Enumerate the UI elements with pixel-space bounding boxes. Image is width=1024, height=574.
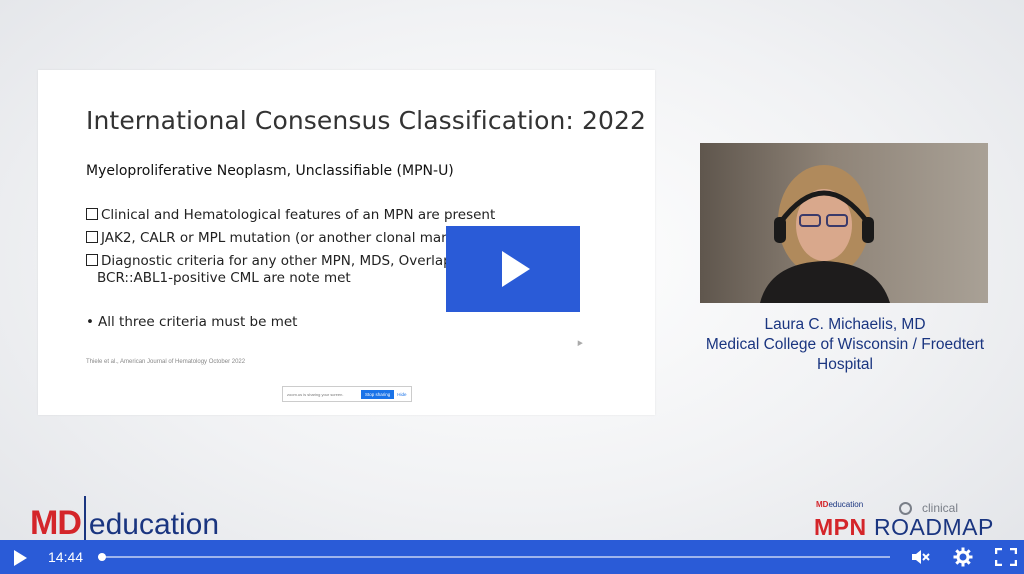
mpn-text: MPN (814, 514, 867, 540)
progress-bar[interactable] (98, 553, 890, 561)
settings-icon[interactable] (951, 545, 975, 569)
fullscreen-icon[interactable] (994, 545, 1018, 569)
play-icon[interactable] (14, 550, 27, 566)
mini-md-education-logo: MDeducation (816, 500, 864, 509)
clinical-text: clinical (922, 501, 959, 515)
progress-handle[interactable] (98, 553, 107, 561)
checkbox-icon (86, 208, 98, 220)
hide-share-bar-link[interactable]: Hide (397, 392, 406, 397)
roadmap-text: ROADMAP (874, 514, 994, 540)
screen-share-bar: zoom.us is sharing your screen. Stop sha… (282, 386, 412, 402)
big-play-button[interactable] (446, 226, 580, 312)
logo-divider (83, 496, 86, 540)
mute-icon[interactable] (908, 545, 932, 569)
checkbox-icon (86, 254, 98, 266)
speaker-name: Laura C. Michaelis, MD (764, 316, 926, 333)
slide-subtitle: Myeloproliferative Neoplasm, Unclassifia… (86, 163, 454, 179)
speaker-affiliation: Medical College of Wisconsin / Froedtert… (705, 336, 985, 373)
md-education-logo: MD education (30, 496, 219, 540)
slide-citation: Thiele et al., American Journal of Hemat… (86, 359, 246, 365)
stop-sharing-button[interactable]: Stop sharing (361, 389, 395, 399)
criterion-item: Clinical and Hematological features of a… (86, 207, 495, 224)
mouse-cursor-icon (575, 338, 583, 347)
speaker-video (700, 143, 988, 303)
slide-title: International Consensus Classification: … (86, 106, 647, 135)
checkbox-icon (86, 231, 98, 243)
slide-bullet: • All three criteria must be met (86, 314, 298, 330)
mpn-roadmap-logo: MDeducation clinical MPN ROADMAP (812, 500, 1012, 540)
md-logo-text: MD (30, 504, 82, 542)
current-time: 14:44 (48, 549, 84, 565)
speaker-silhouette (700, 143, 988, 303)
play-icon (502, 251, 530, 287)
video-control-bar: 14:44 (0, 540, 1024, 574)
bullet-icon: • (86, 314, 94, 330)
share-status-text: zoom.us is sharing your screen. (287, 391, 344, 397)
criterion-item-continuation: BCR::ABL1-positive CML are note met (97, 270, 351, 286)
education-logo-text: education (88, 508, 219, 541)
